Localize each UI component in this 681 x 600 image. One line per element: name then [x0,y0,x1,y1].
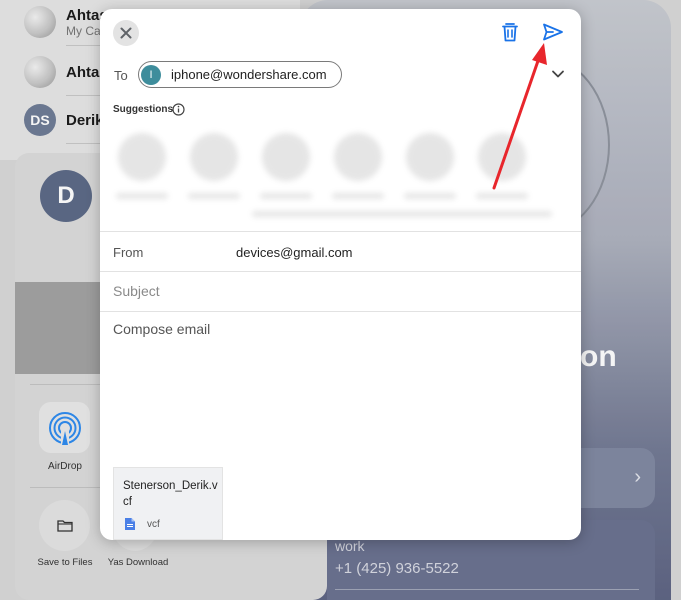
divider [100,271,581,272]
suggestion-avatar [478,133,526,181]
discard-button[interactable] [499,21,521,43]
suggestion-detail [252,211,552,217]
close-icon [120,27,132,39]
suggestion-avatar [118,133,166,181]
divider [100,311,581,312]
suggestion-avatar [262,133,310,181]
send-button[interactable] [541,20,565,44]
divider [100,231,581,232]
attachment-card[interactable]: Stenerson_Derik.vcf vcf [113,467,223,540]
suggestion-avatar [334,133,382,181]
suggestion-avatar [406,133,454,181]
suggestion-name [404,193,456,199]
suggestion-name [260,193,312,199]
attachment-type: vcf [147,519,160,530]
send-icon [543,23,563,41]
subject-input[interactable] [113,281,553,301]
suggestion-name [188,193,240,199]
compose-email-dialog: To I iphone@wondershare.com Suggestions … [100,9,581,540]
compose-body-input[interactable] [113,321,563,461]
info-icon[interactable] [172,103,185,116]
file-icon [125,518,135,530]
trash-icon [502,23,518,42]
close-button[interactable] [113,20,139,46]
recipient-email: iphone@wondershare.com [171,67,327,82]
suggestions-label: Suggestions [113,104,174,115]
attachment-name: Stenerson_Derik.vcf [123,480,218,508]
suggestions-blurred [112,129,572,229]
from-address[interactable]: devices@gmail.com [236,245,353,260]
recipient-chip[interactable]: I iphone@wondershare.com [138,61,342,88]
from-label: From [113,245,144,260]
suggestion-avatar [190,133,238,181]
chevron-down-icon[interactable] [551,69,565,79]
recipient-avatar: I [141,64,161,85]
to-label: To [114,68,128,83]
suggestion-name [332,193,384,199]
suggestion-name [476,193,528,199]
suggestion-name [116,193,168,199]
